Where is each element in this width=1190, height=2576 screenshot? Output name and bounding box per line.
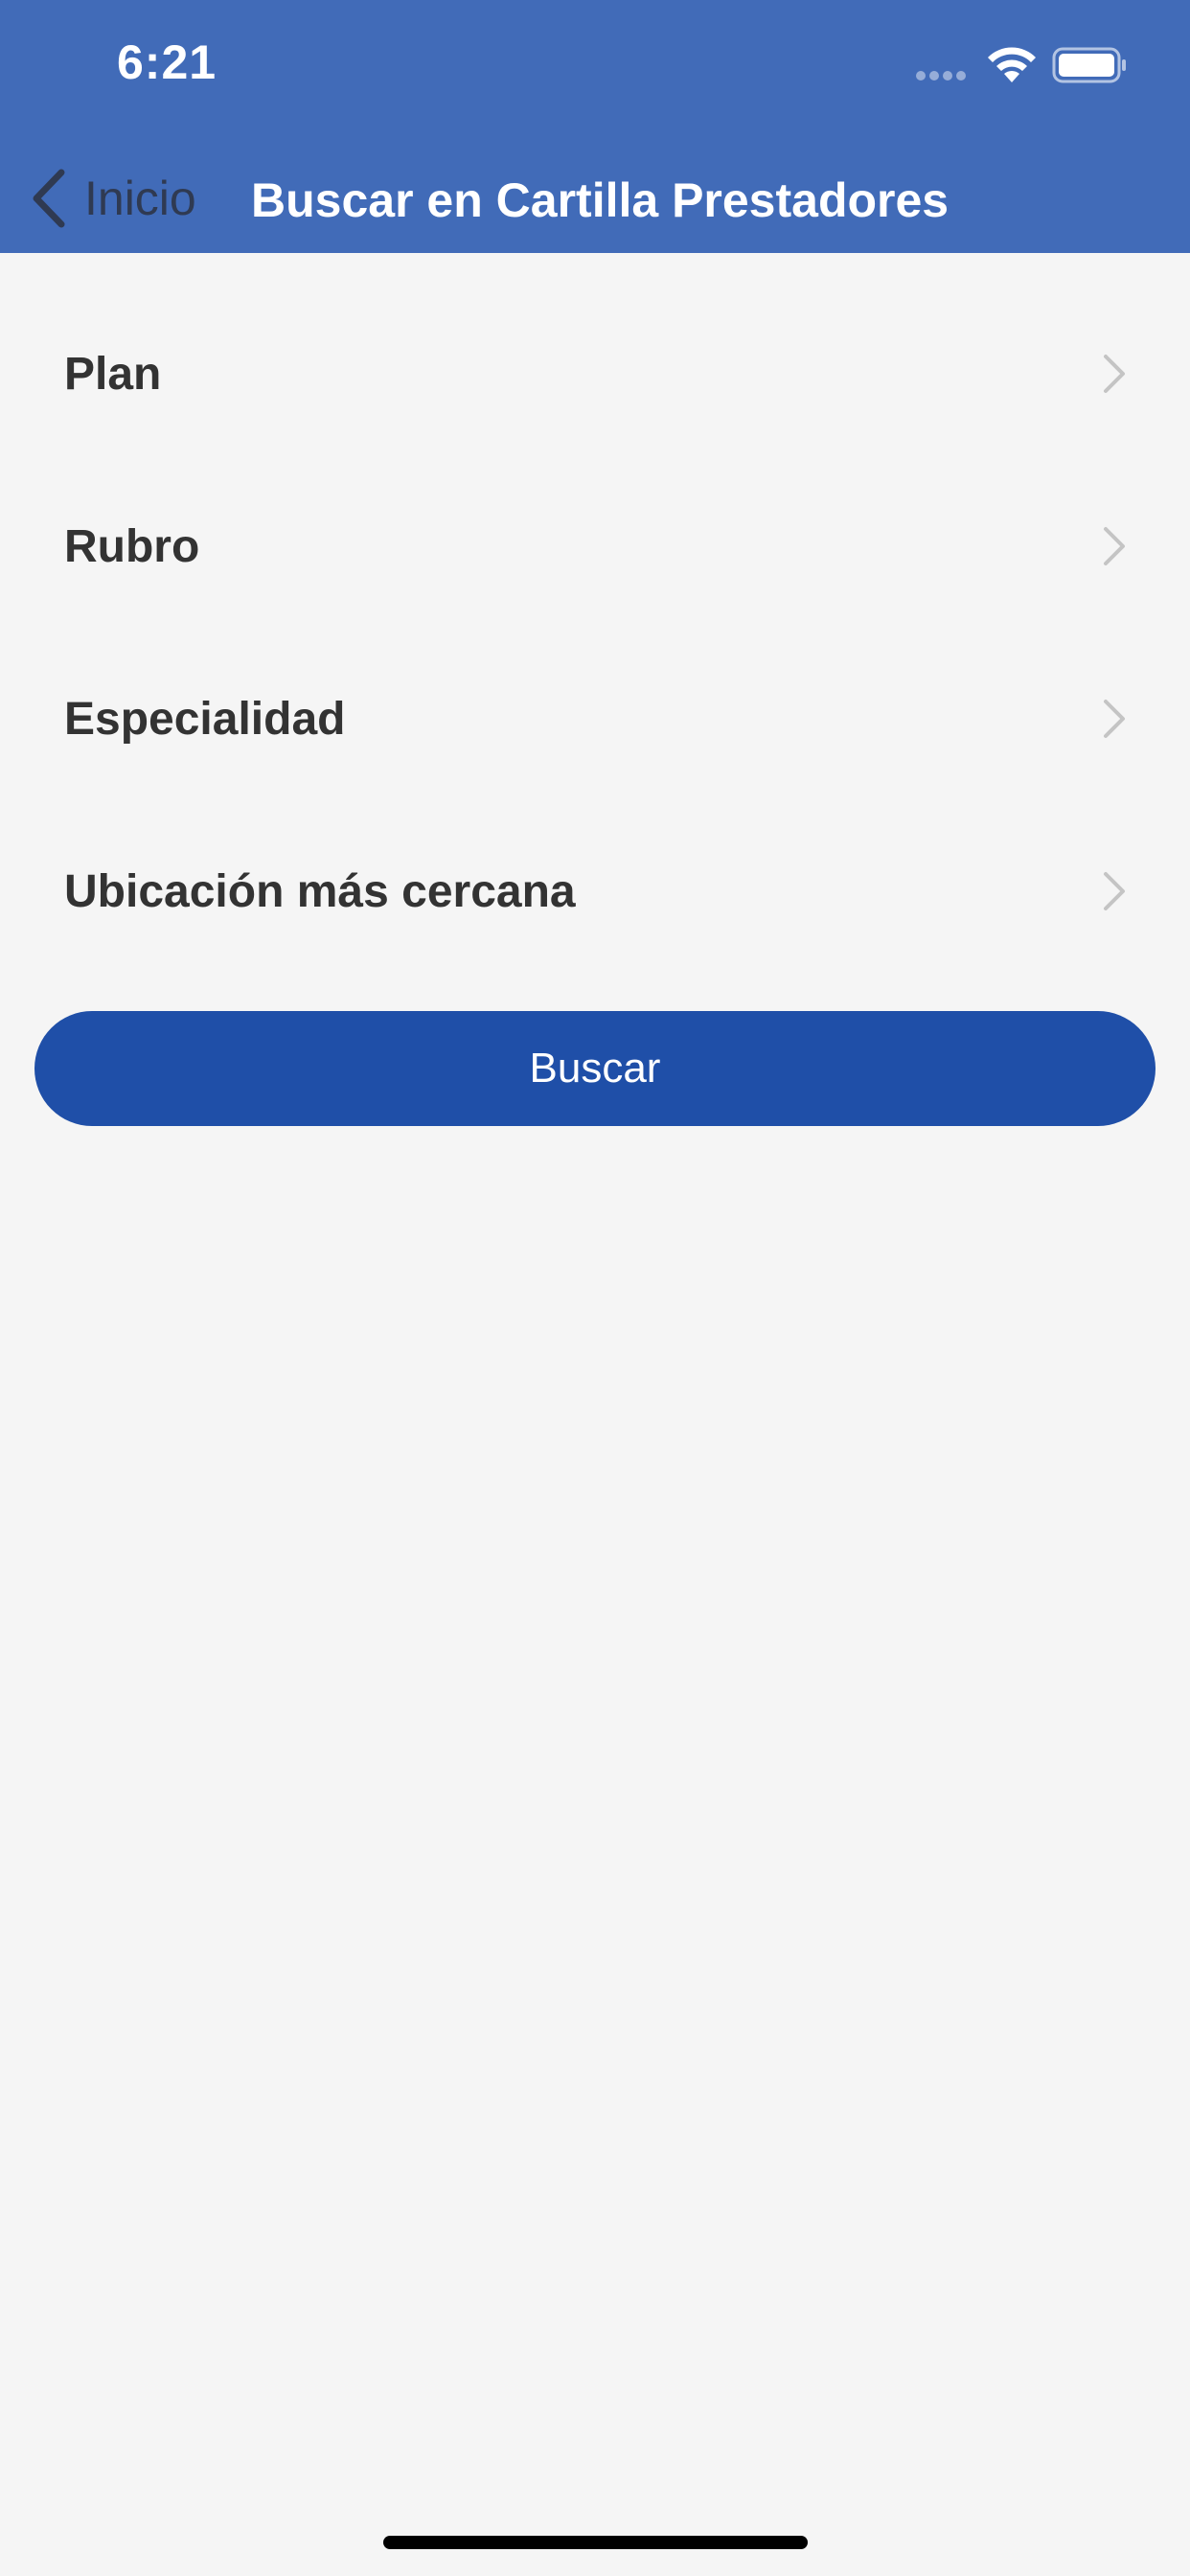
back-button[interactable]: Inicio [29,165,196,232]
chevron-right-icon [1104,872,1125,910]
filter-list: Plan Rubro Especialidad Ubicación más ce… [0,288,1190,978]
chevron-right-icon [1104,700,1125,738]
row-plan[interactable]: Plan [0,288,1190,460]
home-indicator[interactable] [383,2536,808,2549]
row-label: Especialidad [64,693,346,745]
chevron-right-icon [1104,355,1125,393]
page-title: Buscar en Cartilla Prestadores [251,173,950,227]
chevron-right-icon [1104,527,1125,565]
signal-icon [916,71,970,82]
row-rubro[interactable]: Rubro [0,460,1190,632]
search-button[interactable]: Buscar [34,1011,1156,1126]
battery-icon [1052,47,1126,83]
wifi-icon [988,47,1036,82]
status-time: 6:21 [117,35,217,89]
row-label: Rubro [64,520,200,572]
back-label: Inicio [84,172,196,225]
row-ubicacion[interactable]: Ubicación más cercana [0,805,1190,978]
screen: 6:21 Inicio Buscar en Cartilla Prestador… [0,0,1190,2576]
header: 6:21 Inicio Buscar en Cartilla Prestador… [0,0,1190,253]
row-label: Plan [64,348,162,400]
chevron-left-icon [33,169,65,228]
row-label: Ubicación más cercana [64,865,576,917]
navigation-bar: Inicio Buscar en Cartilla Prestadores [0,148,1190,253]
row-especialidad[interactable]: Especialidad [0,632,1190,805]
